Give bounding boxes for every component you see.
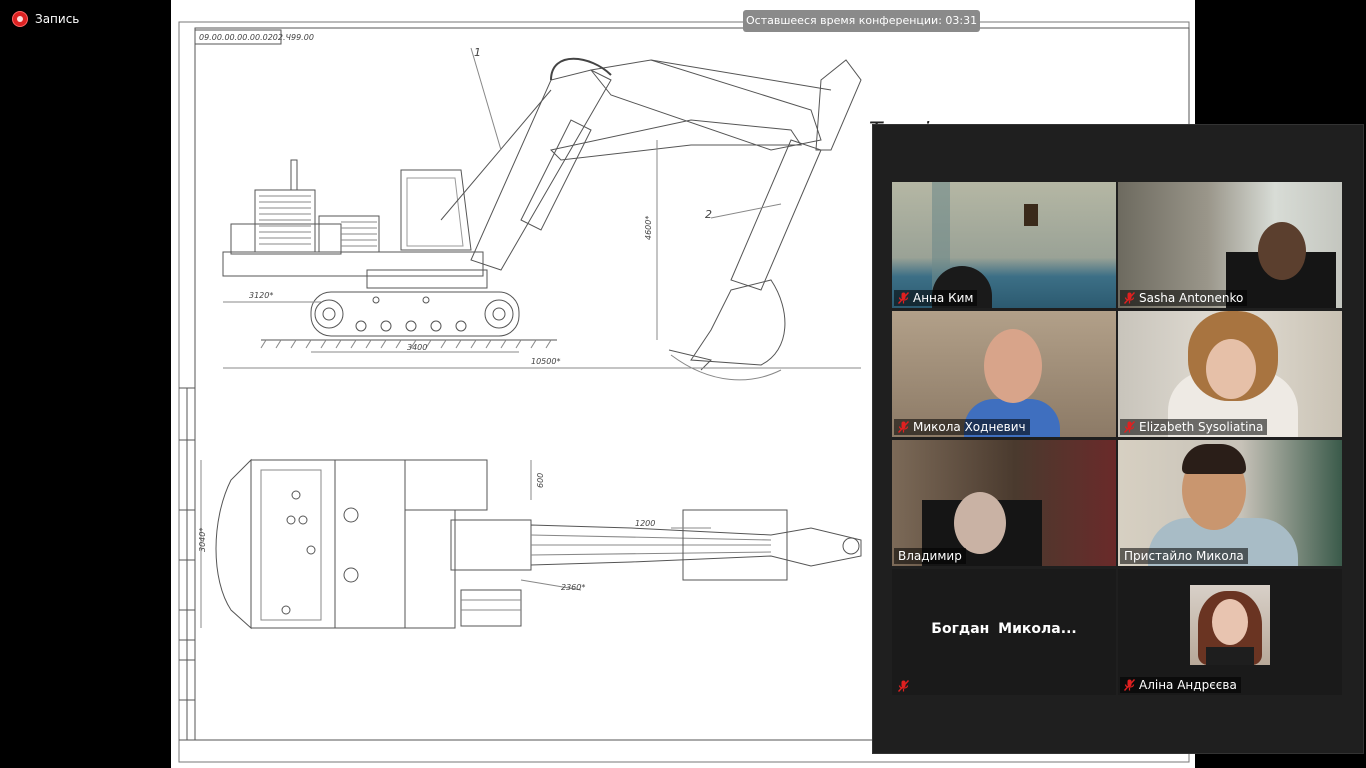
participant-name: Микола Ходневич	[913, 420, 1026, 434]
participant-tile[interactable]: Пристайло Микола	[1118, 440, 1342, 566]
mic-muted-icon	[898, 421, 909, 433]
participant-name-tag: Пристайло Микола	[1120, 548, 1248, 564]
participant-name-tag	[894, 679, 913, 693]
recording-indicator[interactable]: Запись	[12, 11, 79, 27]
participant-name: Elizabeth Sysoliatina	[1139, 420, 1264, 434]
participant-display-name: Богдан Микола...	[931, 621, 1077, 637]
dim-1200: 1200	[635, 519, 655, 528]
mic-muted-icon	[1124, 292, 1135, 304]
participant-tile[interactable]: Анна Ким	[892, 182, 1116, 308]
participant-name-tag: Микола Ходневич	[894, 419, 1030, 435]
dim-10500: 10500*	[531, 357, 560, 366]
participant-name: Аліна Андрєєва	[1139, 678, 1237, 692]
participant-tile[interactable]: Владимир	[892, 440, 1116, 566]
recording-label: Запись	[35, 12, 80, 26]
participant-name-tag: Аліна Андрєєва	[1120, 677, 1241, 693]
participant-name: Sasha Antonenko	[1139, 291, 1244, 305]
dim-3040: 3040*	[198, 528, 207, 552]
timer-value: 03:31	[945, 14, 978, 27]
dim-600: 600	[536, 473, 545, 488]
participant-tile[interactable]: Sasha Antonenko	[1118, 182, 1342, 308]
participant-tile[interactable]: Elizabeth Sysoliatina	[1118, 311, 1342, 437]
dim-3120: 3120*	[249, 291, 273, 300]
mic-muted-icon	[898, 292, 909, 304]
participant-tile[interactable]: Микола Ходневич	[892, 311, 1116, 437]
participant-name-tag: Владимир	[894, 548, 966, 564]
mic-muted-icon	[898, 680, 909, 692]
participant-name-tag: Elizabeth Sysoliatina	[1120, 419, 1268, 435]
mic-muted-icon	[1124, 421, 1135, 433]
dim-4600: 4600*	[644, 216, 653, 240]
participant-name-tag: Sasha Antonenko	[1120, 290, 1248, 306]
participant-name-tag: Анна Ким	[894, 290, 978, 306]
participant-name: Владимир	[898, 549, 962, 563]
participant-tile[interactable]: Богдан Микола...	[892, 569, 1116, 695]
conference-timer: Оставшееся время конференции: 03:31	[743, 10, 981, 32]
avatar	[1190, 585, 1270, 665]
participant-name: Анна Ким	[913, 291, 974, 305]
drawing-stamp: 09.00.00.00.00.0202.Ч99.00	[199, 33, 314, 42]
dim-2360: 2360*	[561, 583, 585, 592]
participant-tile[interactable]: Аліна Андрєєва	[1118, 569, 1342, 695]
participant-name: Пристайло Микола	[1124, 549, 1244, 563]
timer-label: Оставшееся время конференции:	[746, 14, 942, 27]
callout-2: 2	[705, 208, 712, 221]
record-icon	[12, 11, 28, 27]
dim-3400: 3400	[407, 343, 427, 352]
callout-1: 1	[474, 46, 481, 59]
participants-gallery[interactable]: Анна Ким Sasha Antonenko Микола Ходневич…	[872, 124, 1364, 754]
mic-muted-icon	[1124, 679, 1135, 691]
